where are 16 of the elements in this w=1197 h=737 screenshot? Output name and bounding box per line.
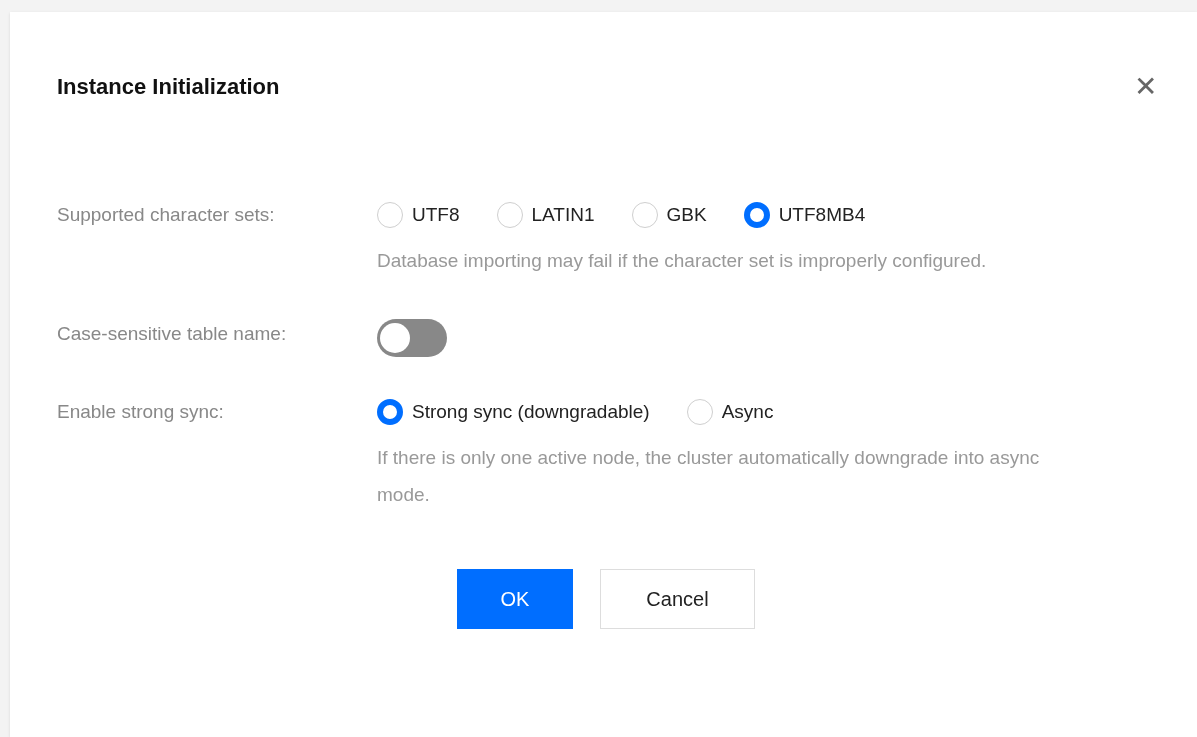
hint-text: If there is only one active node, the cluster automatically downgrade into async mode. bbox=[377, 446, 1041, 507]
field-label: Enable strong sync: bbox=[57, 400, 225, 424]
radio-option[interactable]: Strong sync (downgradable) bbox=[377, 397, 650, 427]
field-label: Case-sensitive table name: bbox=[57, 322, 288, 346]
radio-option[interactable]: LATIN1 bbox=[496, 200, 595, 230]
radio-option[interactable]: GBK bbox=[631, 200, 707, 230]
hint-text: Database importing may fail if the character set is improperly configured. bbox=[377, 249, 988, 273]
radio-option[interactable]: UTF8 bbox=[377, 200, 460, 230]
close-button[interactable]: ✕ bbox=[1134, 72, 1157, 101]
toggle-switch[interactable] bbox=[377, 319, 447, 357]
field-label: Supported character sets: bbox=[57, 203, 276, 227]
dialog-title: Instance Initialization bbox=[57, 73, 280, 101]
radio-option[interactable]: Async bbox=[686, 397, 774, 427]
cancel-button[interactable]: Cancel bbox=[600, 569, 755, 629]
ok-button[interactable]: OK bbox=[457, 569, 573, 629]
radio-option[interactable]: UTF8MB4 bbox=[743, 200, 866, 230]
